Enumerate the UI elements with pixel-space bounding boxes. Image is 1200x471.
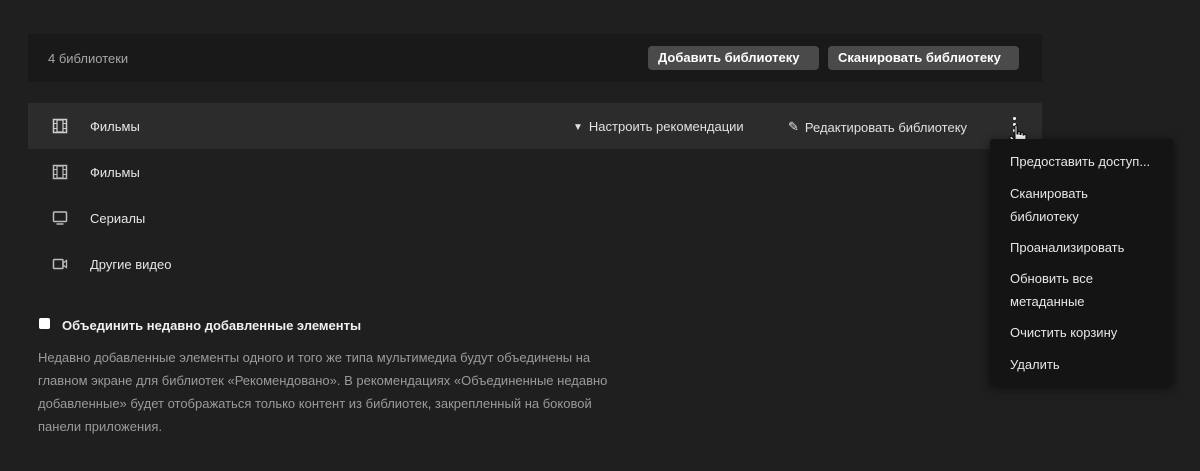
pencil-icon: ✎ — [788, 119, 799, 134]
menu-item-refresh-metadata[interactable]: Обновить все метаданные — [1010, 267, 1120, 313]
library-name: Фильмы — [90, 119, 140, 134]
description-line: панели приложения. — [38, 419, 163, 434]
add-library-button[interactable]: Добавить библиотеку — [648, 46, 819, 70]
customize-recommendations-label: Настроить рекомендации — [588, 119, 744, 134]
library-list: Фильмы ▼ Настроить рекомендации ✎ Редактир… — [28, 103, 1042, 287]
edit-library-label: Редактировать библиотеку — [804, 120, 968, 135]
tv-icon — [52, 210, 68, 226]
library-row-other-videos[interactable]: Другие видео — [28, 241, 1042, 287]
menu-item-delete[interactable]: Удалить — [1010, 353, 1170, 376]
combine-label: Объединить недавно добавленные элементы — [62, 318, 362, 333]
library-count: 4 библиотеки — [48, 51, 129, 66]
menu-item-analyze[interactable]: Проанализировать — [1010, 236, 1170, 259]
combine-description: Недавно добавленные элементы одного и то… — [38, 346, 638, 438]
combine-checkbox[interactable] — [39, 318, 50, 329]
library-row-tv[interactable]: Сериалы — [28, 195, 1042, 241]
video-camera-icon — [52, 256, 68, 272]
caret-down-icon: ▼ — [573, 122, 583, 133]
library-name: Фильмы — [90, 165, 140, 180]
description-line: Недавно добавленные элементы одного и то… — [38, 350, 591, 365]
film-icon — [52, 118, 68, 134]
customize-recommendations-button[interactable]: ▼ Настроить рекомендации — [573, 119, 744, 134]
library-options-menu: Предоставить доступ... Сканировать библи… — [990, 139, 1173, 386]
library-header-bar: 4 библиотеки Добавить библиотеку Сканиро… — [28, 34, 1042, 82]
library-row-movies-1[interactable]: Фильмы ▼ Настроить рекомендации ✎ Редактир… — [28, 103, 1042, 149]
menu-item-share[interactable]: Предоставить доступ... — [1010, 150, 1170, 173]
menu-item-scan[interactable]: Сканировать библиотеку — [1010, 182, 1120, 228]
menu-item-empty-trash[interactable]: Очистить корзину — [1010, 321, 1170, 344]
library-name: Другие видео — [90, 257, 172, 272]
film-icon — [52, 164, 68, 180]
library-row-movies-2[interactable]: Фильмы — [28, 149, 1042, 195]
edit-library-button[interactable]: ✎ Редактировать библиотеку — [788, 119, 967, 135]
description-line: добавленные» будет отображаться только к… — [38, 396, 592, 411]
description-line: главном экране для библиотек «Рекомендов… — [38, 373, 608, 388]
library-name: Сериалы — [90, 211, 146, 226]
scan-library-button[interactable]: Сканировать библиотеку — [828, 46, 1019, 70]
